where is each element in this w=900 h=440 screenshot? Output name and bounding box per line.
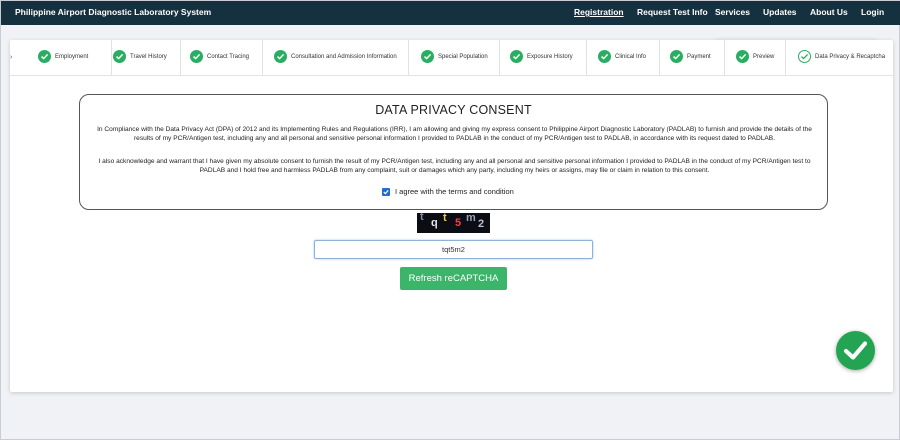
step-preview[interactable]: Preview <box>736 40 786 76</box>
check-circle-icon <box>510 50 523 63</box>
captcha-char: 2 <box>478 218 485 230</box>
captcha-char: q <box>431 217 438 229</box>
step-special-population[interactable]: Special Population <box>421 40 500 76</box>
step-label: Travel History <box>130 54 167 60</box>
captcha-char: m <box>466 213 476 224</box>
captcha-char: t <box>443 213 447 224</box>
captcha-char: 5 <box>455 217 462 229</box>
step-label: Payment <box>687 54 711 60</box>
step-label: Contact Tracing <box>207 54 250 60</box>
step-label: Employment <box>55 54 89 60</box>
step-label: Preview <box>753 54 775 60</box>
step-label: Data Privacy & Recaptcha <box>815 54 886 60</box>
step-tabs: › Employment Travel History Contact Trac… <box>10 40 893 76</box>
nav-login[interactable]: Login <box>861 7 884 17</box>
check-circle-icon <box>274 50 287 63</box>
agree-terms-checkbox[interactable] <box>382 188 390 196</box>
step-employment[interactable]: Employment <box>38 40 112 76</box>
consent-paragraph-1: In Compliance with the Data Privacy Act … <box>97 126 812 142</box>
top-navbar: Philippine Airport Diagnostic Laboratory… <box>1 1 900 25</box>
agree-terms-row: I agree with the terms and condition <box>80 186 827 198</box>
data-privacy-consent-box: DATA PRIVACY CONSENT In Compliance with … <box>79 94 828 210</box>
registration-card: › Employment Travel History Contact Trac… <box>10 40 893 392</box>
steps-scroll-left-icon[interactable]: › <box>10 54 12 61</box>
step-payment[interactable]: Payment <box>670 40 725 76</box>
check-circle-icon <box>421 50 434 63</box>
brand-title: Philippine Airport Diagnostic Laboratory… <box>15 7 212 17</box>
step-contact-tracing[interactable]: Contact Tracing <box>190 40 263 76</box>
nav-updates[interactable]: Updates <box>763 7 797 17</box>
nav-registration[interactable]: Registration <box>574 7 624 17</box>
check-circle-icon <box>736 50 749 63</box>
captcha-image: t q t 5 m 2 <box>417 213 490 233</box>
step-data-privacy-recaptcha[interactable]: Data Privacy & Recaptcha <box>798 40 893 76</box>
step-consultation-admission[interactable]: Consultation and Admission Information <box>274 40 409 76</box>
step-exposure-history[interactable]: Exposure History <box>510 40 587 76</box>
step-label: Clinical Info <box>615 54 647 60</box>
nav-request-test-info[interactable]: Request Test Info <box>637 7 708 17</box>
check-circle-outline-icon <box>798 50 811 63</box>
step-label: Consultation and Admission Information <box>291 54 397 60</box>
consent-title: DATA PRIVACY CONSENT <box>375 103 532 117</box>
agree-terms-label[interactable]: I agree with the terms and condition <box>395 187 514 196</box>
check-circle-icon <box>38 50 51 63</box>
refresh-recaptcha-button[interactable]: Refresh reCAPTCHA <box>400 267 507 290</box>
check-badge-icon <box>836 331 875 370</box>
step-label: Exposure History <box>527 54 573 60</box>
step-travel-history[interactable]: Travel History <box>113 40 181 76</box>
step-clinical-info[interactable]: Clinical Info <box>598 40 660 76</box>
check-circle-icon <box>113 50 126 63</box>
captcha-char: t <box>420 213 424 223</box>
check-circle-icon <box>670 50 683 63</box>
app-window: Philippine Airport Diagnostic Laboratory… <box>0 0 900 440</box>
check-circle-icon <box>598 50 611 63</box>
captcha-input[interactable] <box>314 240 593 259</box>
nav-about-us[interactable]: About Us <box>810 7 848 17</box>
step-label: Special Population <box>438 54 488 60</box>
nav-services[interactable]: Services <box>715 7 750 17</box>
check-circle-icon <box>190 50 203 63</box>
consent-paragraph-2: I also acknowledge and warrant that I ha… <box>98 158 811 174</box>
